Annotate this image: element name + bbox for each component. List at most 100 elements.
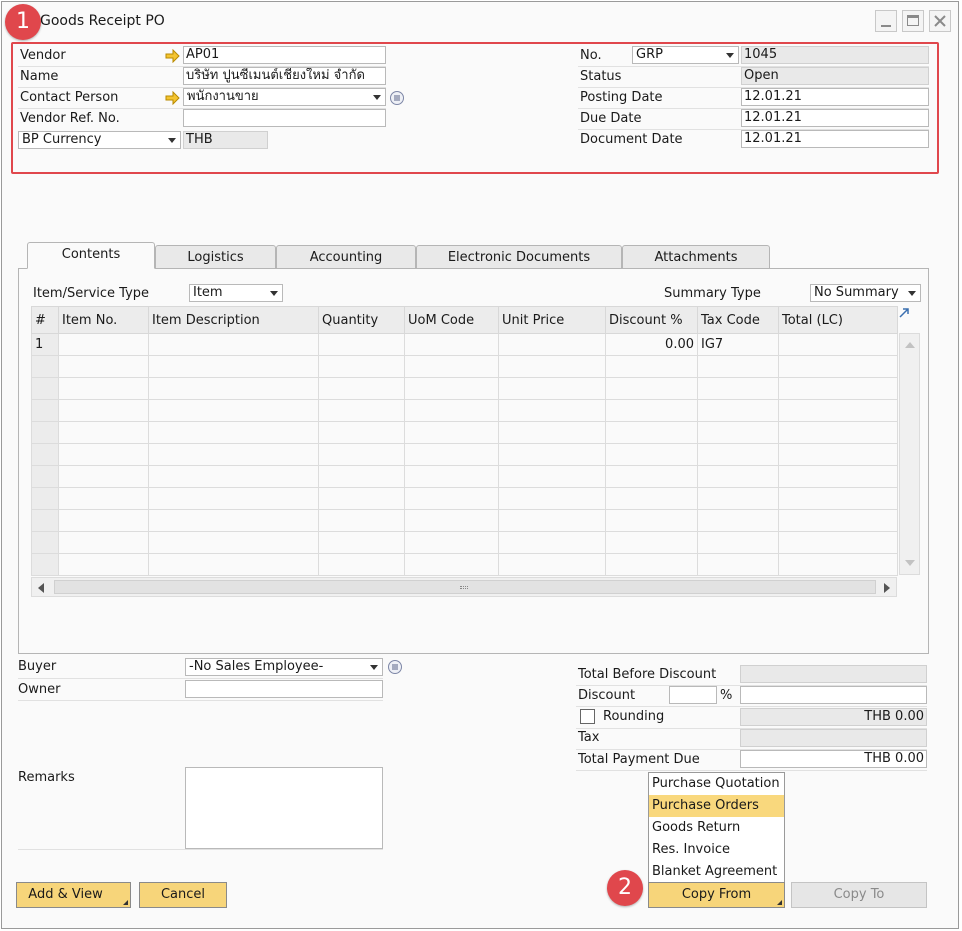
owner-field[interactable] bbox=[185, 680, 383, 698]
close-icon bbox=[934, 15, 946, 27]
row-divider bbox=[18, 678, 383, 679]
grid-horizontal-scrollbar[interactable] bbox=[31, 577, 897, 597]
minimize-button[interactable] bbox=[875, 10, 897, 32]
tab-contents[interactable]: Contents bbox=[27, 242, 155, 269]
callout-badge-2: 2 bbox=[607, 870, 643, 906]
column-header-tax-code[interactable]: Tax Code bbox=[697, 306, 779, 334]
item-no-cell[interactable] bbox=[58, 333, 149, 356]
buyer-details-icon[interactable] bbox=[387, 659, 403, 675]
items-table: # Item No. Item Description Quantity UoM… bbox=[31, 306, 898, 576]
chevron-down-icon bbox=[726, 53, 734, 58]
contact-person-value: พนักงานขาย bbox=[187, 89, 259, 104]
posting-date-label: Posting Date bbox=[580, 90, 663, 105]
table-row bbox=[31, 553, 898, 576]
buyer-label: Buyer bbox=[18, 659, 57, 674]
total-lc-cell[interactable] bbox=[778, 333, 898, 356]
discount-amount-field[interactable] bbox=[740, 686, 927, 704]
menu-item-goods-return[interactable]: Goods Return bbox=[649, 817, 784, 839]
item-service-type-dropdown[interactable]: Item bbox=[189, 284, 283, 302]
scroll-left-icon[interactable] bbox=[38, 583, 44, 593]
column-header-discount[interactable]: Discount % bbox=[605, 306, 698, 334]
tab-electronic-documents[interactable]: Electronic Documents bbox=[416, 245, 622, 270]
discount-label: Discount bbox=[578, 688, 636, 703]
copy-from-button[interactable]: Copy From bbox=[648, 882, 785, 908]
vendor-field[interactable]: AP01 bbox=[183, 46, 386, 64]
name-field[interactable]: บริษัท ปูนซีเมนต์เชียงใหม่ จำกัด bbox=[183, 67, 386, 85]
column-header-number[interactable]: # bbox=[31, 306, 59, 334]
chevron-down-icon bbox=[168, 138, 176, 143]
vendor-link-arrow-icon[interactable] bbox=[165, 49, 180, 63]
status-field: Open bbox=[741, 67, 929, 85]
row-number-cell: 1 bbox=[31, 333, 59, 356]
chevron-down-icon bbox=[373, 95, 381, 100]
currency-type-value: BP Currency bbox=[22, 132, 102, 147]
copy-to-button[interactable]: Copy To bbox=[791, 882, 927, 908]
discount-cell[interactable]: 0.00 bbox=[605, 333, 698, 356]
remarks-textarea[interactable] bbox=[185, 767, 383, 849]
column-header-item-description[interactable]: Item Description bbox=[148, 306, 319, 334]
window-title: Goods Receipt PO bbox=[40, 13, 165, 29]
currency-value-field: THB bbox=[183, 131, 268, 149]
discount-percent-field[interactable] bbox=[669, 686, 717, 704]
column-header-uom-code[interactable]: UoM Code bbox=[404, 306, 499, 334]
column-header-unit-price[interactable]: Unit Price bbox=[498, 306, 606, 334]
total-before-discount-field bbox=[740, 665, 927, 683]
quantity-cell[interactable] bbox=[318, 333, 405, 356]
total-before-discount-label: Total Before Discount bbox=[578, 667, 717, 682]
rounding-field: THB 0.00 bbox=[740, 708, 927, 726]
scroll-up-icon[interactable] bbox=[905, 342, 915, 348]
tab-logistics[interactable]: Logistics bbox=[155, 245, 276, 270]
item-description-cell[interactable] bbox=[148, 333, 319, 356]
row-divider bbox=[18, 700, 383, 701]
menu-item-res-invoice[interactable]: Res. Invoice bbox=[649, 839, 784, 861]
currency-type-dropdown[interactable]: BP Currency bbox=[18, 131, 181, 149]
add-view-label: Add & View bbox=[28, 887, 103, 902]
contact-person-dropdown[interactable]: พนักงานขาย bbox=[183, 88, 386, 106]
summary-type-dropdown[interactable]: No Summary bbox=[810, 284, 921, 302]
posting-date-field[interactable]: 12.01.21 bbox=[741, 88, 929, 106]
dropdown-corner-icon bbox=[123, 900, 128, 905]
menu-item-purchase-quotation[interactable]: Purchase Quotation bbox=[649, 773, 784, 795]
contact-details-icon[interactable] bbox=[389, 90, 405, 106]
scroll-right-icon[interactable] bbox=[884, 583, 890, 593]
grid-vertical-scrollbar[interactable] bbox=[899, 333, 920, 575]
table-row bbox=[31, 399, 898, 422]
contact-person-label: Contact Person bbox=[20, 90, 119, 105]
unit-price-cell[interactable] bbox=[498, 333, 606, 356]
expand-grid-icon[interactable] bbox=[898, 307, 910, 319]
contact-link-arrow-icon[interactable] bbox=[165, 91, 180, 105]
column-header-item-no[interactable]: Item No. bbox=[58, 306, 149, 334]
close-button[interactable] bbox=[929, 10, 951, 32]
remarks-label: Remarks bbox=[18, 770, 75, 785]
column-header-total-lc[interactable]: Total (LC) bbox=[778, 306, 898, 334]
menu-item-purchase-orders[interactable]: Purchase Orders bbox=[649, 795, 784, 817]
table-row bbox=[31, 509, 898, 532]
menu-item-blanket-agreement[interactable]: Blanket Agreement bbox=[649, 861, 784, 883]
owner-label: Owner bbox=[18, 682, 61, 697]
series-dropdown[interactable]: GRP bbox=[632, 46, 739, 64]
tax-code-cell[interactable]: IG7 bbox=[697, 333, 779, 356]
chevron-down-icon bbox=[270, 291, 278, 296]
tab-attachments[interactable]: Attachments bbox=[622, 245, 770, 270]
row-divider bbox=[576, 770, 927, 771]
document-date-label: Document Date bbox=[580, 132, 683, 147]
document-date-field[interactable]: 12.01.21 bbox=[741, 130, 929, 148]
scrollbar-thumb[interactable] bbox=[54, 580, 876, 594]
callout-badge-1: 1 bbox=[5, 4, 41, 40]
tab-accounting[interactable]: Accounting bbox=[276, 245, 416, 270]
scroll-down-icon[interactable] bbox=[905, 560, 915, 566]
maximize-button[interactable] bbox=[902, 10, 924, 32]
table-row bbox=[31, 443, 898, 466]
vendor-ref-field[interactable] bbox=[183, 109, 386, 127]
buyer-dropdown[interactable]: -No Sales Employee- bbox=[185, 658, 383, 676]
cancel-button[interactable]: Cancel bbox=[139, 882, 227, 908]
rounding-checkbox[interactable] bbox=[580, 709, 595, 724]
column-header-quantity[interactable]: Quantity bbox=[318, 306, 405, 334]
table-row[interactable]: 1 0.00 IG7 bbox=[31, 333, 898, 356]
table-header-row: # Item No. Item Description Quantity UoM… bbox=[31, 306, 898, 334]
add-view-button[interactable]: Add & View bbox=[16, 882, 131, 908]
item-service-type-value: Item bbox=[193, 285, 223, 300]
document-number-field: 1045 bbox=[741, 46, 929, 64]
uom-code-cell[interactable] bbox=[404, 333, 499, 356]
due-date-field[interactable]: 12.01.21 bbox=[741, 109, 929, 127]
